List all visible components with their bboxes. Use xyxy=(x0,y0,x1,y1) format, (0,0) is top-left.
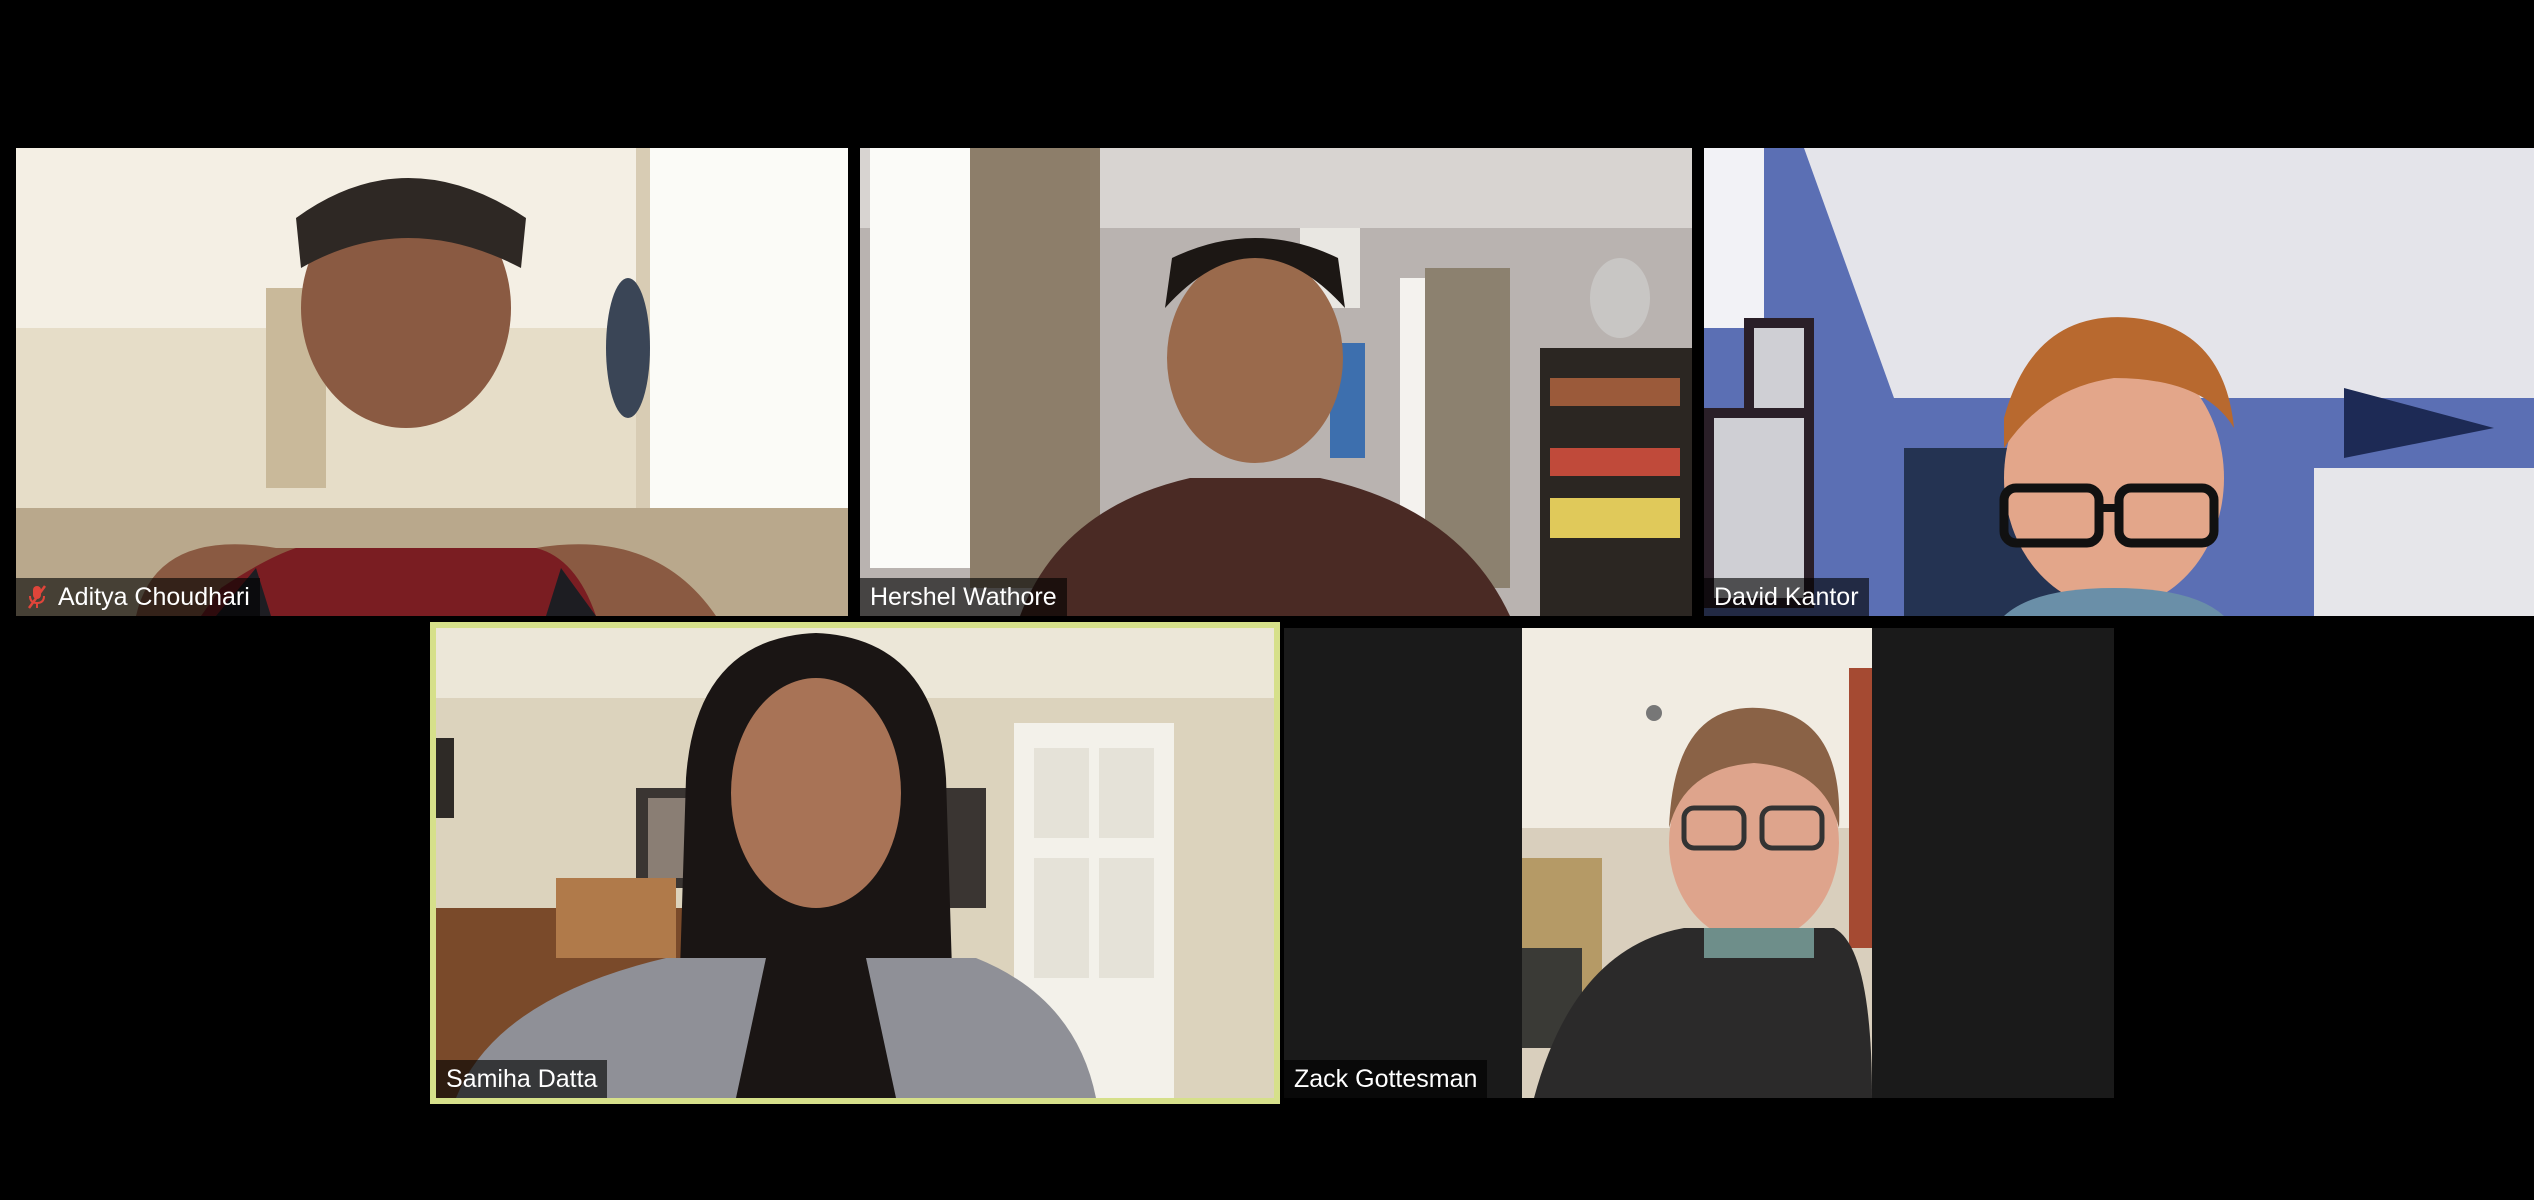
participant-name: Samiha Datta xyxy=(446,1065,598,1093)
participant-video xyxy=(860,148,1692,616)
participant-video xyxy=(436,628,1274,1098)
portrait-video-frame xyxy=(1522,628,1872,1098)
participant-name-tag: David Kantor xyxy=(1704,578,1869,616)
participant-name-tag: Aditya Choudhari xyxy=(16,578,260,616)
participant-video xyxy=(1704,148,2534,616)
video-tile-aditya-choudhari[interactable]: Aditya Choudhari xyxy=(16,148,848,616)
participant-name: Hershel Wathore xyxy=(870,583,1057,611)
video-tile-hershel-wathore[interactable]: Hershel Wathore xyxy=(860,148,1692,616)
participant-name: Aditya Choudhari xyxy=(58,583,250,611)
video-tile-david-kantor[interactable]: David Kantor xyxy=(1704,148,2534,616)
participant-name: David Kantor xyxy=(1714,583,1859,611)
participant-video xyxy=(16,148,848,616)
participant-name-tag: Samiha Datta xyxy=(436,1060,608,1098)
participant-name-tag: Zack Gottesman xyxy=(1284,1060,1488,1098)
participant-video xyxy=(1284,628,2114,1098)
muted-microphone-icon xyxy=(27,585,47,609)
video-tile-zack-gottesman[interactable]: Zack Gottesman xyxy=(1284,628,2114,1098)
participant-name: Zack Gottesman xyxy=(1294,1065,1478,1093)
participant-name-tag: Hershel Wathore xyxy=(860,578,1067,616)
video-tile-samiha-datta[interactable]: Samiha Datta xyxy=(436,628,1274,1098)
